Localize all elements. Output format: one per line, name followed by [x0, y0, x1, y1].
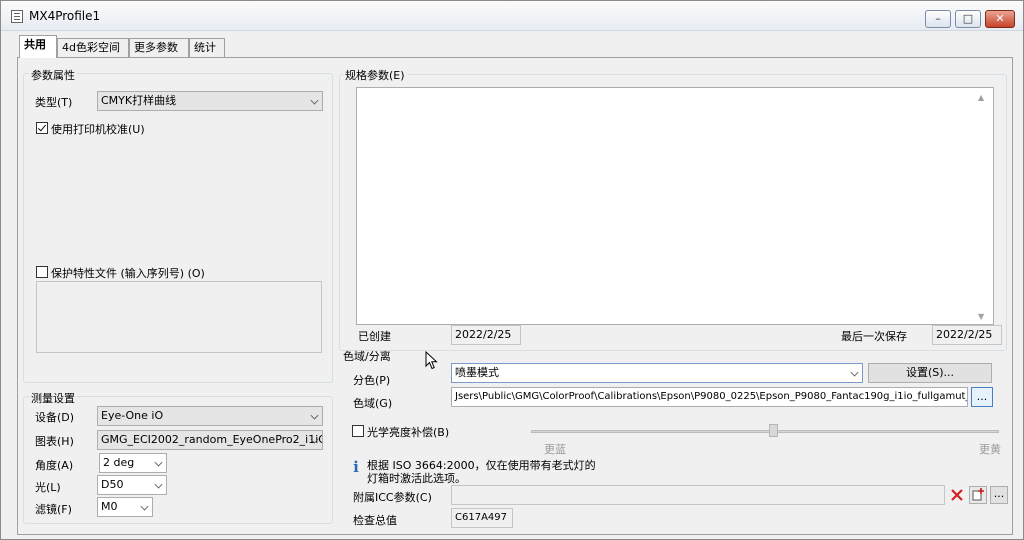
spec-group-title: 规格参数(E) [343, 67, 407, 83]
chevron-down-icon [140, 502, 149, 511]
type-dropdown[interactable]: CMYK打样曲线 [97, 91, 323, 111]
tab-statistics[interactable]: 统计 [189, 38, 225, 57]
add-icc-button[interactable] [969, 486, 987, 504]
clear-icc-button[interactable] [948, 486, 966, 504]
gamut-group-title: 色域/分离 [343, 350, 391, 363]
type-label: 类型(T) [35, 96, 73, 109]
scroll-down-icon[interactable]: ▼ [978, 312, 984, 321]
device-label: 设备(D) [35, 411, 75, 424]
light-dropdown[interactable]: D50 [97, 475, 167, 495]
maximize-button[interactable]: □ [955, 10, 981, 28]
add-file-icon [972, 488, 984, 501]
chevron-down-icon [154, 458, 163, 467]
chart-dropdown-value: GMG_ECI2002_random_EyeOnePro2_i1iO_2p [101, 433, 323, 446]
separation-dropdown-value: 喷墨模式 [455, 366, 499, 379]
chart-label: 图表(H) [35, 435, 74, 448]
minimize-button[interactable]: – [925, 10, 951, 28]
separation-dropdown[interactable]: 喷墨模式 [451, 363, 863, 383]
tab-more-params[interactable]: 更多参数 [129, 38, 189, 57]
info-icon: i [353, 458, 359, 476]
param-group-title: 参数属性 [29, 67, 77, 83]
created-date-field: 2022/2/25 [451, 325, 521, 345]
tab-4d-colorspace[interactable]: 4d色彩空间 [57, 38, 129, 57]
slider-right-label: 更黄 [979, 443, 1001, 456]
serial-number-textarea[interactable] [36, 281, 322, 353]
checksum-label: 检查总值 [353, 514, 397, 527]
use-printer-calibration-checkbox[interactable] [36, 122, 48, 134]
filter-dropdown-value: M0 [101, 500, 118, 513]
device-dropdown-value: Eye-One iO [101, 409, 164, 422]
filter-label: 滤镜(F) [35, 503, 72, 516]
tab-general[interactable]: 共用 [19, 35, 57, 58]
use-printer-calibration-label: 使用打印机校准(U) [51, 123, 145, 136]
slider-left-label: 更蓝 [544, 443, 566, 456]
delete-x-icon [951, 489, 963, 501]
gamut-label: 色域(G) [353, 397, 393, 410]
angle-dropdown-value: 2 deg [103, 456, 135, 469]
chevron-down-icon [310, 411, 319, 420]
checksum-field: C617A497 [451, 508, 513, 528]
protect-profile-label: 保护特性文件 (输入序列号) (O) [51, 267, 205, 280]
gamut-browse-button[interactable]: ... [971, 387, 993, 407]
device-dropdown[interactable]: Eye-One iO [97, 406, 323, 426]
chevron-down-icon [154, 480, 163, 489]
type-dropdown-value: CMYK打样曲线 [101, 94, 177, 107]
filter-dropdown[interactable]: M0 [97, 497, 153, 517]
optical-brightness-checkbox[interactable] [352, 425, 364, 437]
gamut-path-field[interactable]: Jsers\Public\GMG\ColorProof\Calibrations… [451, 387, 968, 407]
measure-group-title: 测量设置 [29, 390, 77, 406]
icc-more-button[interactable]: ... [990, 486, 1008, 504]
document-icon [11, 10, 23, 23]
main-window: MX4Profile1 – □ ✕ 共用 4d色彩空间 更多参数 统计 参数属性… [0, 0, 1024, 540]
light-label: 光(L) [35, 481, 61, 494]
scroll-up-icon[interactable]: ▲ [978, 93, 984, 102]
spec-textarea[interactable] [356, 87, 994, 325]
close-button[interactable]: ✕ [985, 10, 1015, 28]
settings-button[interactable]: 设置(S)... [868, 363, 992, 383]
chart-dropdown[interactable]: GMG_ECI2002_random_EyeOnePro2_i1iO_2p [97, 430, 323, 450]
icc-label: 附属ICC参数(C) [353, 491, 432, 504]
created-label: 已创建 [358, 330, 391, 343]
brightness-slider-track[interactable] [531, 430, 999, 433]
window-title: MX4Profile1 [29, 9, 101, 23]
angle-dropdown[interactable]: 2 deg [99, 453, 167, 473]
icc-field[interactable] [451, 485, 945, 505]
last-saved-date-field: 2022/2/25 [932, 325, 1002, 345]
mouse-cursor-icon [425, 351, 438, 370]
angle-label: 角度(A) [35, 459, 74, 472]
title-bar[interactable]: MX4Profile1 – □ ✕ [1, 1, 1023, 31]
brightness-slider-thumb[interactable] [769, 424, 778, 437]
separation-label: 分色(P) [353, 374, 391, 387]
chevron-down-icon [310, 96, 319, 105]
last-saved-label: 最后一次保存 [841, 330, 907, 343]
protect-profile-checkbox[interactable] [36, 266, 48, 278]
info-text-line2: 灯箱时激活此选项。 [367, 472, 466, 485]
chevron-down-icon [850, 368, 859, 377]
light-dropdown-value: D50 [101, 478, 124, 491]
optical-brightness-label: 光学亮度补偿(B) [367, 426, 450, 439]
